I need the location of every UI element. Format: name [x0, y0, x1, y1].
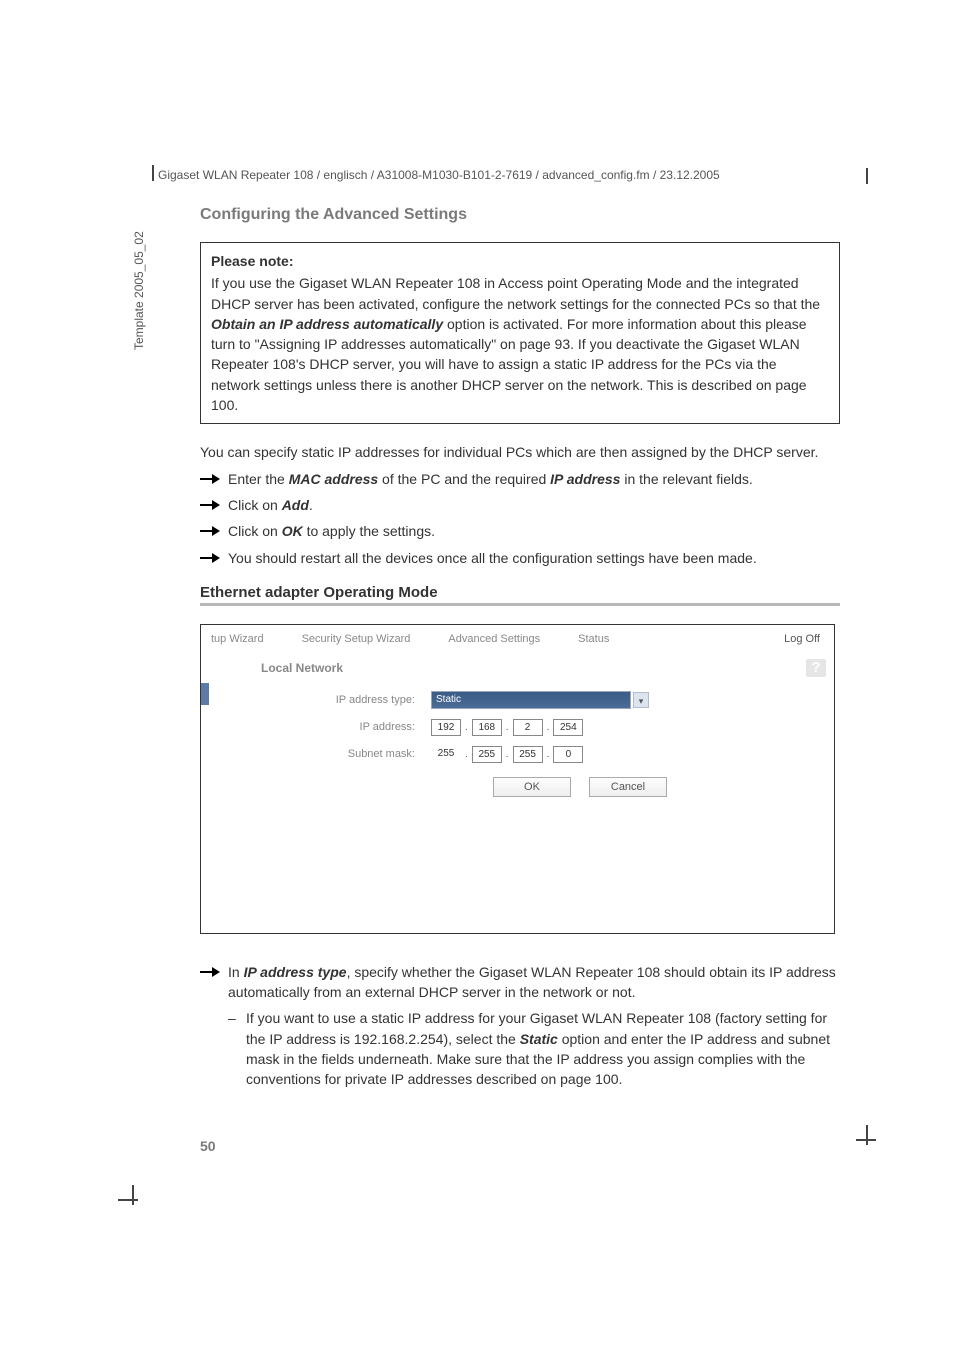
ip-type-value: Static: [436, 694, 461, 705]
path-marker: [152, 165, 154, 181]
bullet-item: Enter the MAC address of the PC and the …: [200, 469, 840, 489]
dash-icon: –: [228, 1008, 246, 1028]
mask-octet-2[interactable]: 255: [472, 746, 502, 763]
note-body: If you use the Gigaset WLAN Repeater 108…: [211, 275, 820, 413]
horizontal-rule: [200, 603, 840, 606]
bullet-text: Click on Add.: [228, 495, 840, 515]
crop-mark: [866, 1125, 868, 1145]
bullet-text: Enter the MAC address of the PC and the …: [228, 469, 840, 489]
crop-mark: [866, 168, 868, 184]
subnet-group: 255. 255. 255. 0: [431, 746, 583, 763]
page-number: 50: [200, 1138, 216, 1154]
tab-setup-wizard[interactable]: tup Wizard: [211, 633, 264, 645]
tab-bar: tup Wizard Security Setup Wizard Advance…: [201, 625, 834, 655]
bullet-item: You should restart all the devices once …: [200, 548, 840, 568]
bullet-item: Click on OK to apply the settings.: [200, 521, 840, 541]
ip-octet-1[interactable]: 192: [431, 719, 461, 736]
template-label: Template 2005_05_02: [132, 231, 146, 350]
sub-bullet: – If you want to use a static IP address…: [228, 1008, 840, 1089]
arrow-right-icon: [200, 551, 220, 565]
tab-advanced-settings[interactable]: Advanced Settings: [448, 633, 540, 645]
ip-octet-4[interactable]: 254: [553, 719, 583, 736]
panel-header: Local Network ?: [201, 655, 834, 685]
bullet-text: In IP address type, specify whether the …: [228, 962, 840, 1003]
bullet-list: Enter the MAC address of the PC and the …: [200, 469, 840, 568]
form-area: IP address type: Static ▾ IP address: 19…: [201, 685, 834, 797]
row-subnet: Subnet mask: 255. 255. 255. 0: [261, 746, 834, 763]
note-box: Please note: If you use the Gigaset WLAN…: [200, 242, 840, 424]
bullet-text: You should restart all the devices once …: [228, 548, 840, 568]
mask-octet-3[interactable]: 255: [513, 746, 543, 763]
arrow-right-icon: [200, 472, 220, 486]
arrow-right-icon: [200, 524, 220, 538]
config-screenshot: tup Wizard Security Setup Wizard Advance…: [200, 624, 835, 934]
row-ip-type: IP address type: Static ▾: [261, 691, 834, 709]
sub-bullet-text: If you want to use a static IP address f…: [246, 1008, 840, 1089]
page-content: Configuring the Advanced Settings Please…: [200, 206, 840, 1090]
ip-octet-3[interactable]: 2: [513, 719, 543, 736]
row-ip-address: IP address: 192. 168. 2. 254: [261, 719, 834, 736]
crop-mark: [132, 1185, 134, 1205]
cancel-button[interactable]: Cancel: [589, 777, 667, 797]
mask-octet-1: 255: [431, 746, 461, 763]
active-indicator: [201, 683, 209, 705]
arrow-right-icon: [200, 965, 220, 979]
arrow-right-icon: [200, 498, 220, 512]
logoff-link[interactable]: Log Off: [784, 633, 820, 645]
help-icon[interactable]: ?: [806, 659, 826, 677]
panel-title: Local Network: [261, 661, 343, 675]
bullet-text: Click on OK to apply the settings.: [228, 521, 840, 541]
ip-type-select[interactable]: Static: [431, 691, 631, 709]
ip-address-group: 192. 168. 2. 254: [431, 719, 583, 736]
crop-mark: [118, 1199, 138, 1201]
paragraph: You can specify static IP addresses for …: [200, 442, 840, 462]
header-path: Gigaset WLAN Repeater 108 / englisch / A…: [158, 168, 720, 182]
button-row: OK Cancel: [261, 777, 834, 797]
ip-octet-2[interactable]: 168: [472, 719, 502, 736]
label-subnet: Subnet mask:: [261, 748, 431, 760]
label-ip-type: IP address type:: [261, 694, 431, 706]
tab-security-wizard[interactable]: Security Setup Wizard: [302, 633, 411, 645]
label-ip-address: IP address:: [261, 721, 431, 733]
section-title: Configuring the Advanced Settings: [200, 206, 840, 224]
bullet-item: Click on Add.: [200, 495, 840, 515]
mask-octet-4[interactable]: 0: [553, 746, 583, 763]
bullet-item: In IP address type, specify whether the …: [200, 962, 840, 1003]
chevron-down-icon[interactable]: ▾: [633, 692, 649, 708]
note-title: Please note:: [211, 251, 829, 271]
subsection-title: Ethernet adapter Operating Mode: [200, 584, 840, 601]
ok-button[interactable]: OK: [493, 777, 571, 797]
tab-status[interactable]: Status: [578, 633, 609, 645]
